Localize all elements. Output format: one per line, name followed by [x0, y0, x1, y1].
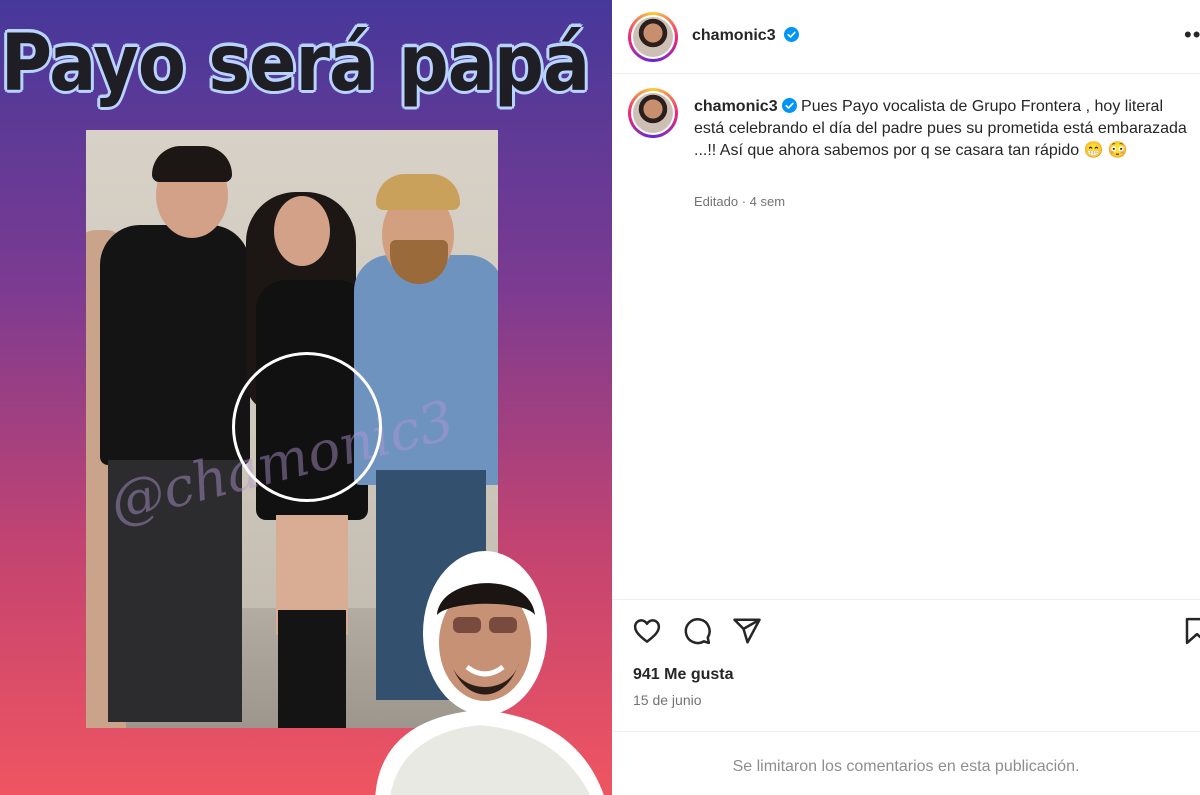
caption-meta: Editado · 4 sem — [694, 194, 786, 209]
header-user: chamonic3 — [692, 27, 800, 45]
caption-username[interactable]: chamonic3 — [694, 98, 778, 115]
comments-limited-note: Se limitaron los comentarios en esta pub… — [732, 758, 1080, 775]
cutout-portrait — [375, 551, 604, 795]
header-avatar[interactable] — [628, 12, 678, 62]
header-username[interactable]: chamonic3 — [692, 27, 776, 44]
post-date[interactable]: 15 de junio — [633, 692, 702, 708]
highlight-circle — [232, 352, 382, 502]
caption-avatar[interactable] — [628, 88, 678, 138]
caption-body: chamonic3 Pues Payo vocalista de Grupo F… — [694, 96, 1194, 162]
verified-badge-icon — [781, 98, 797, 113]
person-woman-head — [274, 196, 330, 266]
post-image-headline: Payo será papá — [0, 17, 591, 109]
person-man-hair — [152, 146, 232, 182]
person-man-black-shirt — [100, 225, 250, 465]
person-denim-blonde-hair — [376, 174, 460, 210]
verified-badge-icon — [784, 27, 800, 42]
post-image[interactable]: Payo será papá @chamonic3 — [0, 0, 612, 795]
share-icon[interactable] — [732, 616, 762, 646]
heart-icon[interactable] — [632, 616, 662, 646]
post-header: chamonic3 •• — [612, 0, 1200, 74]
person-woman-boots — [278, 610, 346, 728]
more-horizontal-icon[interactable]: •• — [1184, 22, 1200, 48]
post-side-panel: chamonic3 •• chamonic3 Pues Payo vocalis… — [612, 0, 1200, 795]
comment-icon[interactable] — [682, 616, 712, 646]
actions-bar — [612, 599, 1200, 661]
likes-count[interactable]: 941 Me gusta — [633, 666, 733, 684]
bookmark-icon[interactable] — [1182, 616, 1200, 646]
comments-section: Se limitaron los comentarios en esta pub… — [612, 731, 1200, 795]
